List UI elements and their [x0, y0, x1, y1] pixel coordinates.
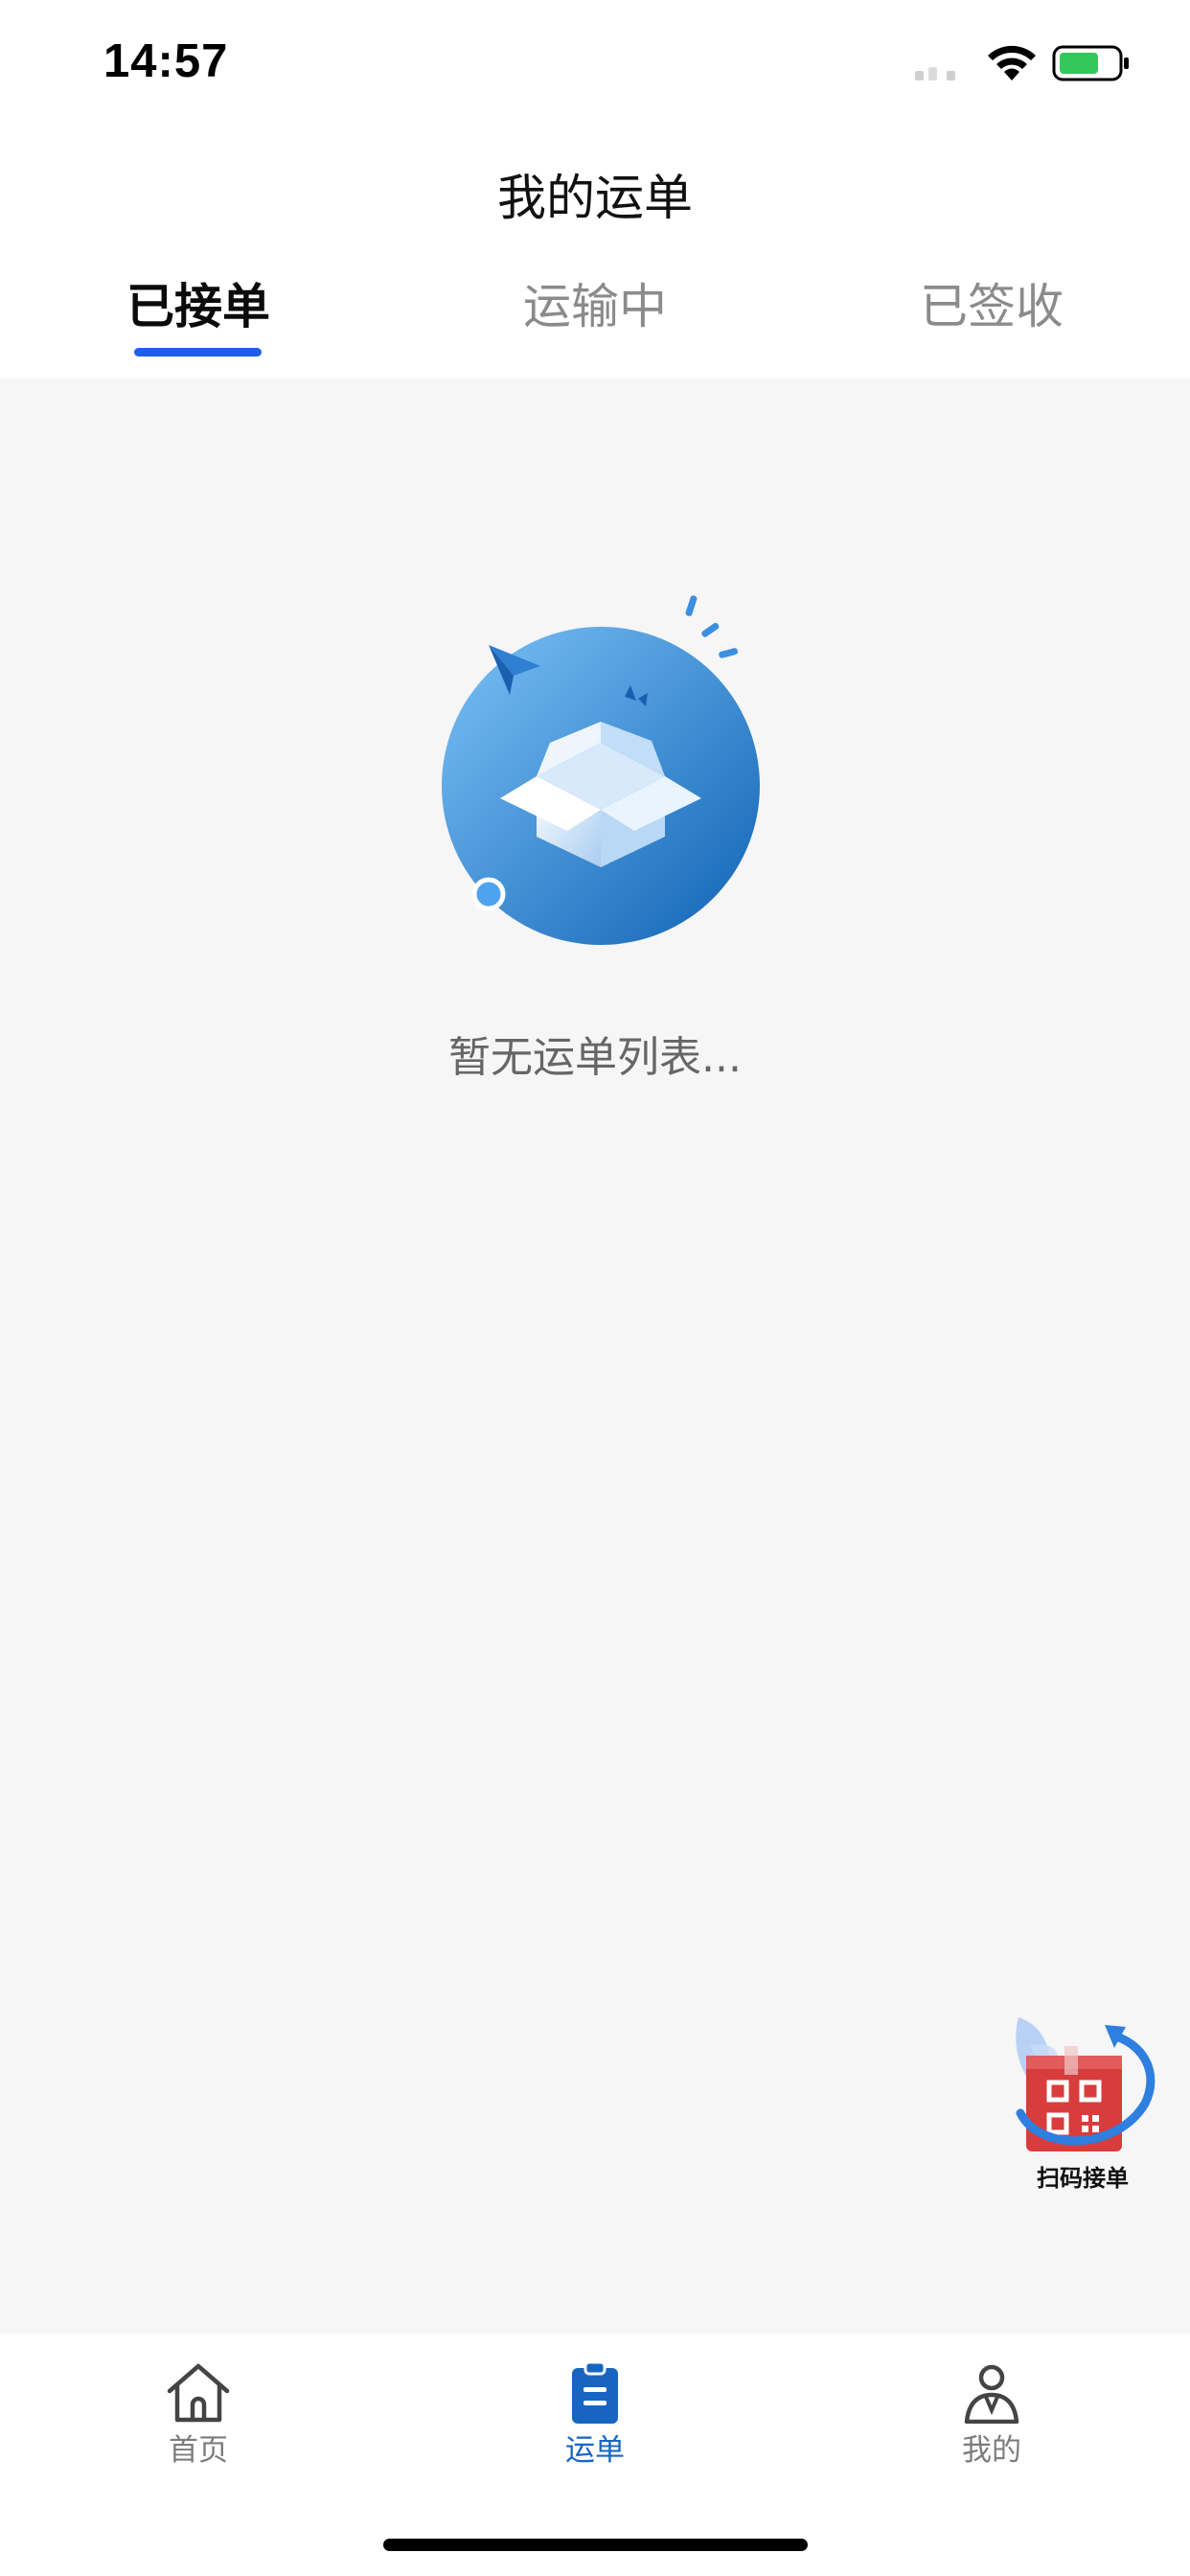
empty-box-illustration — [442, 595, 760, 945]
status-time: 14:57 — [103, 35, 229, 87]
scan-to-accept-button[interactable]: 扫码接单 — [1001, 2008, 1164, 2192]
person-icon — [964, 2364, 1019, 2424]
home-icon — [167, 2363, 230, 2423]
tab-in-transit[interactable]: 运输中 — [397, 273, 793, 379]
clipboard-icon — [572, 2362, 618, 2424]
scan-button-label: 扫码接单 — [1037, 2165, 1129, 2192]
active-tab-indicator — [134, 348, 262, 356]
qr-code-icon — [1016, 2017, 1156, 2151]
order-tabs: 已接单 运输中 已签收 — [0, 273, 1190, 379]
tab-signed[interactable]: 已签收 — [793, 273, 1190, 379]
wifi-icon — [988, 45, 1036, 80]
home-indicator[interactable] — [383, 2539, 808, 2551]
tabbar-item-home[interactable]: 首页 — [131, 2362, 265, 2468]
page-title: 我的运单 — [496, 171, 693, 227]
tabbar-label-home: 首页 — [169, 2433, 228, 2468]
tabbar-item-orders[interactable]: 运单 — [528, 2362, 662, 2468]
nav-header: 我的运单 已接单 运输中 已签收 — [0, 129, 1190, 379]
status-bar: 14:57 — [0, 0, 1190, 129]
tabbar-label-orders: 运单 — [565, 2433, 625, 2468]
battery-icon — [1052, 45, 1129, 81]
order-list[interactable]: 暂无运单列表... 扫码接单 — [0, 379, 1190, 2334]
empty-state-message: 暂无运单列表... — [448, 1033, 742, 1082]
tabbar-item-mine[interactable]: 我的 — [925, 2362, 1059, 2468]
tab-accepted[interactable]: 已接单 — [0, 273, 397, 379]
bottom-tab-bar: 首页 运单 我的 — [0, 2334, 1190, 2576]
cellular-signal-icon — [915, 67, 955, 80]
tabbar-label-mine: 我的 — [962, 2433, 1021, 2468]
